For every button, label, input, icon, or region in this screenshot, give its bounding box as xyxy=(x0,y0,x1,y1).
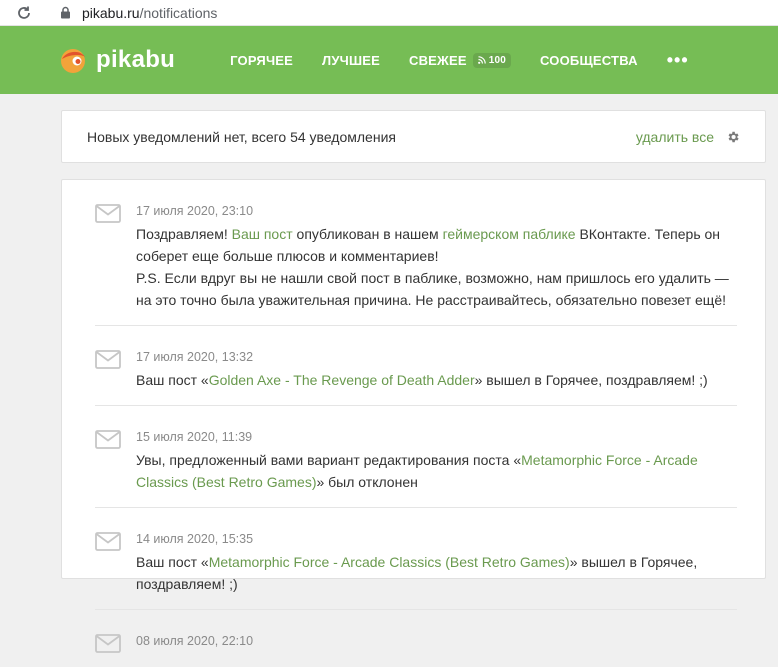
text-part: опубликован в нашем xyxy=(292,226,443,242)
site-header: pikabu ГОРЯЧЕЕ ЛУЧШЕЕ СВЕЖЕЕ 100 СООБЩЕС… xyxy=(0,26,778,94)
text-part: » вышел в Горячее, поздравляем! ;) xyxy=(474,372,708,388)
url-text[interactable]: pikabu.ru/notifications xyxy=(82,5,217,21)
notification-item: 17 июля 2020, 23:10 Поздравляем! Ваш пос… xyxy=(95,180,737,326)
text-part: Увы, предложенный вами вариант редактиро… xyxy=(136,452,522,468)
gear-icon[interactable] xyxy=(726,130,740,144)
notification-item: 17 июля 2020, 13:32 Ваш пост «Golden Axe… xyxy=(95,326,737,406)
nav-fresh[interactable]: СВЕЖЕЕ 100 xyxy=(409,52,512,68)
delete-all-link[interactable]: удалить все xyxy=(636,129,714,145)
lock-icon xyxy=(60,6,72,20)
notification-text: Ваш пост «Golden Axe - The Revenge of De… xyxy=(136,369,737,391)
notification-date: 08 июля 2020, 22:10 xyxy=(136,634,254,648)
rss-icon xyxy=(477,56,486,64)
nav-best[interactable]: ЛУЧШЕЕ xyxy=(322,53,380,68)
notification-date: 14 июля 2020, 15:35 xyxy=(136,532,254,546)
nav-communities[interactable]: СООБЩЕСТВА xyxy=(540,53,638,68)
text-part: Ваш пост « xyxy=(136,372,209,388)
pikabu-logo-icon xyxy=(61,49,85,73)
reload-icon[interactable] xyxy=(14,3,34,23)
browser-address-bar: pikabu.ru/notifications xyxy=(0,0,778,26)
notifications-list: 17 июля 2020, 23:10 Поздравляем! Ваш пос… xyxy=(61,179,766,653)
envelope-icon xyxy=(95,532,121,551)
logo-text: pikabu xyxy=(96,46,176,73)
fresh-count-badge: 100 xyxy=(472,52,512,68)
text-part: Ваш пост « xyxy=(136,554,209,570)
url-path: /notifications xyxy=(139,4,218,21)
post-link[interactable]: Ваш пост xyxy=(232,226,293,242)
text-part: P.S. Если вдруг вы не нашли свой пост в … xyxy=(136,270,729,308)
envelope-icon xyxy=(95,350,121,369)
notification-date: 17 июля 2020, 23:10 xyxy=(136,204,254,218)
notification-date: 17 июля 2020, 13:32 xyxy=(136,350,254,364)
notifications-summary: Новых уведомлений нет, всего 54 уведомле… xyxy=(61,110,766,163)
notification-item: 08 июля 2020, 22:10 xyxy=(95,610,737,667)
envelope-icon xyxy=(95,204,121,223)
envelope-icon xyxy=(95,634,121,653)
summary-text: Новых уведомлений нет, всего 54 уведомле… xyxy=(87,128,396,145)
notification-date: 15 июля 2020, 11:39 xyxy=(136,430,253,444)
main-nav: ГОРЯЧЕЕ ЛУЧШЕЕ СВЕЖЕЕ 100 СООБЩЕСТВА ••• xyxy=(230,50,688,71)
notification-text: Поздравляем! Ваш пост опубликован в наше… xyxy=(136,223,737,311)
text-part: Поздравляем! xyxy=(136,226,232,242)
post-link[interactable]: Metamorphic Force - Arcade Classics (Bes… xyxy=(209,554,570,570)
more-menu-icon[interactable]: ••• xyxy=(667,50,689,71)
post-link[interactable]: Golden Axe - The Revenge of Death Adder xyxy=(209,372,475,388)
envelope-icon xyxy=(95,430,121,449)
nav-fresh-label: СВЕЖЕЕ xyxy=(409,52,467,68)
site-logo[interactable]: pikabu xyxy=(58,45,175,75)
url-host: pikabu.ru xyxy=(82,4,140,21)
text-part: » был отклонен xyxy=(316,474,418,490)
notification-text: Ваш пост «Metamorphic Force - Arcade Cla… xyxy=(136,551,737,595)
notification-text: Увы, предложенный вами вариант редактиро… xyxy=(136,449,737,493)
notification-item: 14 июля 2020, 15:35 Ваш пост «Metamorphi… xyxy=(95,508,737,610)
public-link[interactable]: геймерском паблике xyxy=(443,226,576,242)
fresh-count: 100 xyxy=(488,54,507,66)
nav-hot[interactable]: ГОРЯЧЕЕ xyxy=(230,53,293,68)
notification-item: 15 июля 2020, 11:39 Увы, предложенный ва… xyxy=(95,406,737,508)
